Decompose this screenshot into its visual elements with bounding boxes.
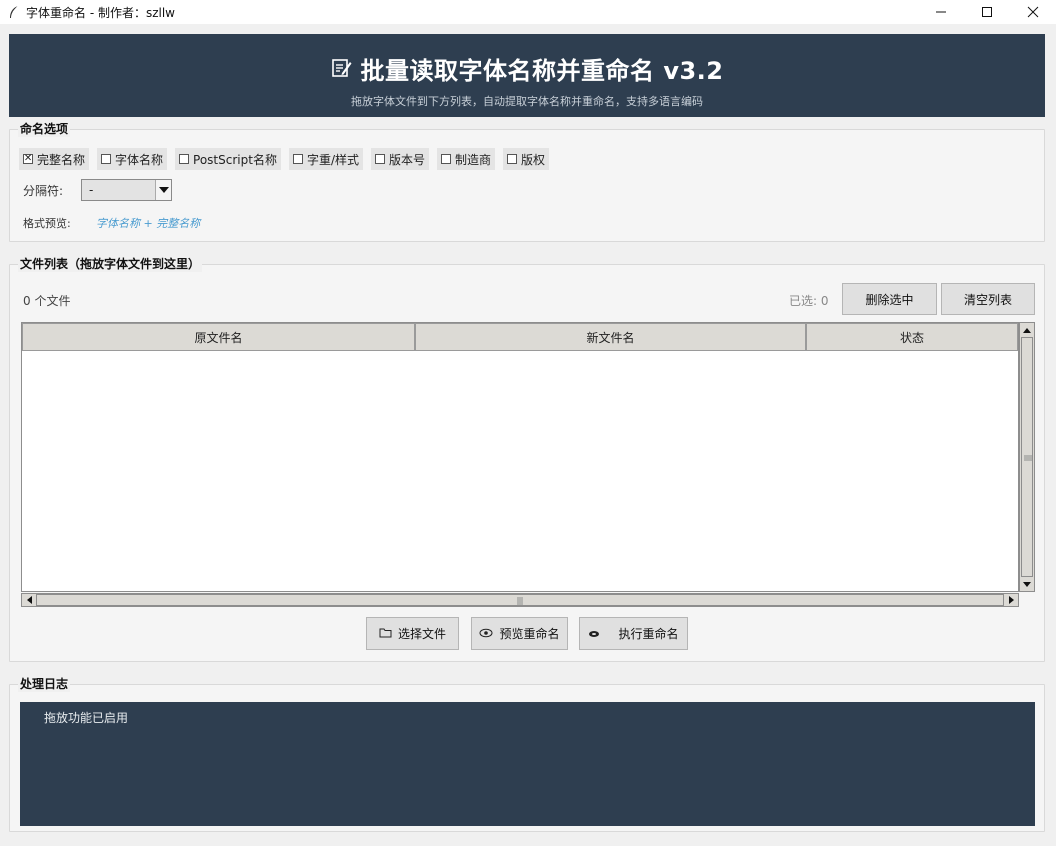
checkbox-manufacturer[interactable]: 制造商 (437, 148, 496, 170)
naming-options-legend: 命名选项 (18, 120, 71, 137)
checkbox-unchecked-icon (441, 154, 452, 164)
file-count: 0 个文件 (23, 294, 71, 308)
checkbox-postscript-name[interactable]: PostScript名称 (175, 148, 281, 170)
checkbox-copyright[interactable]: 版权 (503, 148, 550, 170)
format-preview-label: 格式预览: (23, 217, 71, 230)
separator-row: 分隔符: - (23, 179, 172, 201)
header-banner: 批量读取字体名称并重命名 v3.2 拖放字体文件到下方列表，自动提取字体名称并重… (9, 34, 1045, 117)
preview-rename-button[interactable]: 预览重命名 (471, 617, 568, 650)
log-output[interactable]: 拖放功能已启用 (20, 702, 1035, 826)
checkbox-version[interactable]: 版本号 (371, 148, 430, 170)
file-list-group: 文件列表（拖放字体文件到这里） 0 个文件 已选: 0 删除选中 清空列表 原文… (9, 255, 1045, 662)
log-line: 拖放功能已启用 (44, 711, 129, 725)
scroll-right-icon[interactable] (1004, 594, 1018, 606)
maximize-icon[interactable] (964, 0, 1010, 24)
dropdown-arrow-icon[interactable] (155, 180, 171, 200)
checkbox-unchecked-icon (179, 154, 190, 164)
scroll-left-icon[interactable] (22, 594, 36, 606)
close-icon[interactable] (1010, 0, 1056, 24)
checkbox-weight-style[interactable]: 字重/样式 (288, 148, 363, 170)
feather-icon (8, 5, 20, 19)
banner-heading: 批量读取字体名称并重命名 v3.2 (9, 51, 1045, 86)
folder-icon (379, 627, 392, 641)
selected-count: 已选: 0 (789, 294, 829, 308)
vertical-scroll-thumb[interactable] (1021, 337, 1033, 577)
execute-rename-button[interactable]: 执行重命名 (579, 617, 688, 650)
naming-checkbox-row: ✕ 完整名称 字体名称 PostScript名称 字重/样式 版本号 制造商 版… (19, 148, 550, 170)
naming-options-group: 命名选项 ✕ 完整名称 字体名称 PostScript名称 字重/样式 版本号 … (9, 120, 1045, 242)
window-title: 字体重命名 - 制作者：szllw (26, 5, 175, 20)
vertical-scrollbar[interactable] (1019, 322, 1035, 592)
format-preview-row: 格式预览: 字体名称 + 完整名称 (23, 215, 200, 231)
checkbox-full-name[interactable]: ✕ 完整名称 (19, 148, 90, 170)
separator-select[interactable]: - (81, 179, 172, 201)
clear-list-button[interactable]: 清空列表 (941, 283, 1035, 315)
choose-files-button[interactable]: 选择文件 (366, 617, 459, 650)
log-group: 处理日志 拖放功能已启用 (9, 675, 1045, 832)
horizontal-scroll-thumb[interactable] (36, 594, 1004, 606)
horizontal-scrollbar[interactable] (21, 593, 1019, 607)
table-header: 原文件名 新文件名 状态 (22, 323, 1018, 351)
window-controls (918, 0, 1056, 24)
edit-document-icon (330, 56, 352, 81)
page-subtitle: 拖放字体文件到下方列表，自动提取字体名称并重命名，支持多语言编码 (351, 95, 703, 108)
column-header-status[interactable]: 状态 (806, 323, 1018, 351)
checkbox-unchecked-icon (507, 154, 518, 164)
separator-label: 分隔符: (23, 183, 64, 198)
log-legend: 处理日志 (18, 675, 71, 692)
file-table[interactable]: 原文件名 新文件名 状态 (21, 322, 1019, 592)
scroll-up-icon[interactable] (1020, 323, 1034, 337)
minimize-icon[interactable] (918, 0, 964, 24)
eye-icon (479, 627, 493, 641)
checkbox-font-name[interactable]: 字体名称 (97, 148, 168, 170)
checkbox-unchecked-icon (101, 154, 112, 164)
checkbox-unchecked-icon (292, 154, 303, 164)
title-bar: 字体重命名 - 制作者：szllw (0, 0, 1056, 24)
column-header-original-name[interactable]: 原文件名 (22, 323, 415, 351)
separator-value: - (89, 183, 94, 197)
file-list-legend: 文件列表（拖放字体文件到这里） (18, 255, 203, 272)
format-preview-value: 字体名称 + 完整名称 (96, 217, 201, 230)
checkbox-checked-icon: ✕ (23, 153, 33, 164)
page-title: 批量读取字体名称并重命名 v3.2 (360, 57, 724, 85)
pencil-icon (588, 627, 600, 641)
column-header-new-name[interactable]: 新文件名 (415, 323, 806, 351)
checkbox-unchecked-icon (375, 154, 385, 164)
delete-selected-button[interactable]: 删除选中 (842, 283, 937, 315)
scroll-down-icon[interactable] (1020, 577, 1034, 591)
